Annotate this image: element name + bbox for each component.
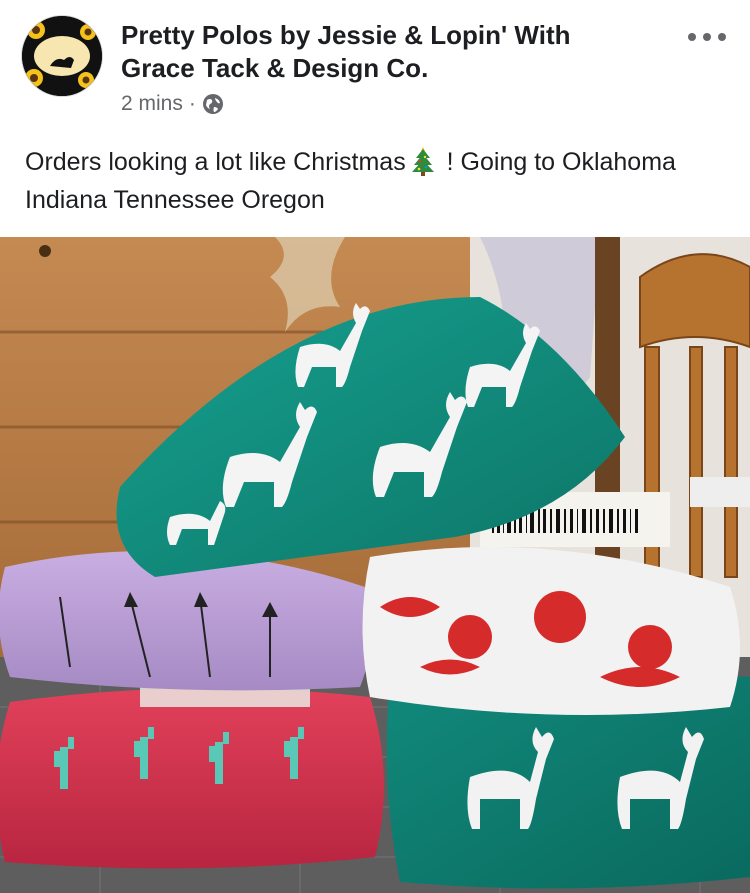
post-meta: 2 mins · xyxy=(121,90,224,118)
meta-separator: · xyxy=(188,92,196,115)
page-avatar[interactable] xyxy=(22,16,102,96)
post-photo[interactable] xyxy=(0,237,750,893)
more-dot xyxy=(703,33,711,41)
packages-photo-image xyxy=(0,237,750,893)
pretty-polos-logo-icon xyxy=(22,16,102,96)
more-dot xyxy=(718,33,726,41)
globe-icon[interactable] xyxy=(202,93,224,115)
page-name-link[interactable]: Pretty Polos by Jessie & Lopin' With Gra… xyxy=(121,19,641,85)
post-text-part1: Orders looking a lot like Christmas xyxy=(25,148,406,176)
post-message: Orders looking a lot like Christmas ! Go… xyxy=(25,143,725,219)
christmas-tree-icon xyxy=(410,146,436,176)
post-header: Pretty Polos by Jessie & Lopin' With Gra… xyxy=(0,0,750,130)
more-options-button[interactable] xyxy=(688,22,726,52)
more-dot xyxy=(688,33,696,41)
post-timestamp[interactable]: 2 mins xyxy=(121,92,183,116)
